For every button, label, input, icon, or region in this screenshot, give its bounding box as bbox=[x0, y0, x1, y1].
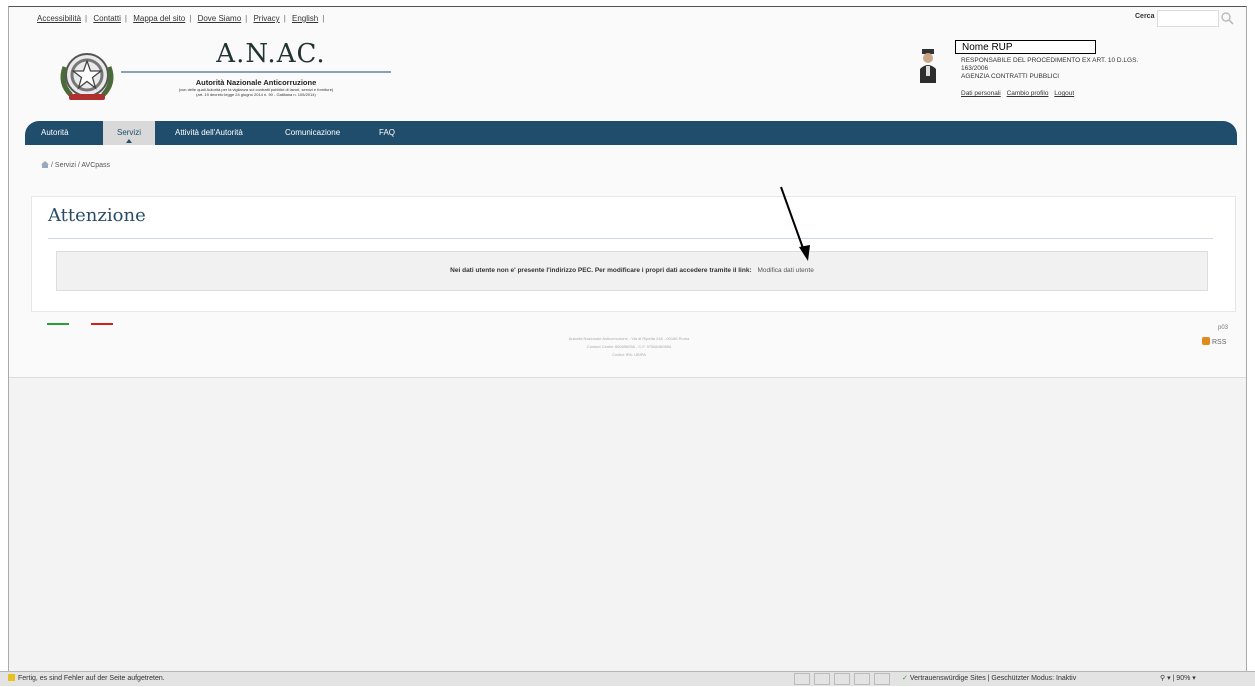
page-code: p03 bbox=[1218, 325, 1229, 331]
main-nav: Autorità Servizi Attività dell'Autorità … bbox=[25, 121, 1237, 145]
brand-divider bbox=[121, 71, 391, 73]
zoom-control[interactable]: ⚲ ▾ | 90% ▾ bbox=[1160, 674, 1196, 682]
user-role-line: 163/2006 bbox=[961, 65, 989, 72]
separator: | bbox=[124, 14, 127, 23]
breadcrumb-separator: / bbox=[77, 162, 80, 169]
personal-data-link[interactable]: Dati personali bbox=[961, 90, 1001, 97]
top-link-accessibilita[interactable]: Accessibilità bbox=[37, 14, 81, 23]
brand-title: A.N.AC. bbox=[216, 39, 326, 69]
top-link-mappa[interactable]: Mappa del sito bbox=[133, 14, 185, 23]
notice-message: Nei dati utente non e' presente l'indiri… bbox=[450, 267, 752, 274]
logout-link[interactable]: Logout bbox=[1054, 90, 1074, 97]
nav-item-attivita[interactable]: Attività dell'Autorità bbox=[175, 121, 275, 145]
browser-status-bar: Fertig, es sind Fehler auf der Seite auf… bbox=[0, 671, 1255, 686]
browser-viewport: Accessibilità | Contatti | Mappa del sito |… bbox=[8, 6, 1247, 671]
brand-note-2: (art. 19 decreto legge 24 giugno 2014 n.… bbox=[196, 92, 316, 97]
change-profile-link[interactable]: Cambio profilo bbox=[1007, 90, 1049, 97]
user-info: RESPONSABILE DEL PROCEDIMENTO EX ART. 10… bbox=[961, 57, 1138, 81]
breadcrumb: / Servizi / AVCpass bbox=[41, 161, 110, 169]
nav-item-autorita[interactable]: Autorità bbox=[41, 121, 89, 145]
page-title: Attenzione bbox=[48, 205, 146, 226]
status-cell bbox=[813, 673, 830, 685]
security-zone[interactable]: ✓ Vertrauenswürdige Sites | Geschützter … bbox=[902, 674, 1076, 682]
separator: | bbox=[189, 14, 192, 23]
breadcrumb-avcpass: AVCpass bbox=[81, 162, 111, 169]
top-links: Accessibilità | Contatti | Mappa del sito |… bbox=[37, 14, 328, 23]
user-links: Dati personali Cambio profilo Logout bbox=[961, 90, 1078, 97]
content-panel: Attenzione Nei dati utente non e' presen… bbox=[31, 196, 1236, 312]
status-cell bbox=[833, 673, 850, 685]
flag-red-bar bbox=[91, 323, 113, 325]
search-icon[interactable] bbox=[1220, 11, 1234, 25]
status-cell bbox=[873, 673, 890, 685]
user-name-box: Nome RUP bbox=[955, 40, 1096, 54]
top-link-dove-siamo[interactable]: Dove Siamo bbox=[198, 14, 242, 23]
title-divider bbox=[48, 238, 1213, 239]
top-link-english[interactable]: English bbox=[292, 14, 318, 23]
republic-emblem-icon bbox=[60, 53, 114, 100]
top-link-privacy[interactable]: Privacy bbox=[253, 14, 279, 23]
active-caret-icon bbox=[126, 139, 132, 143]
page: Accessibilità | Contatti | Mappa del sito |… bbox=[9, 7, 1246, 378]
nav-item-servizi[interactable]: Servizi bbox=[103, 121, 155, 145]
modify-user-data-link[interactable]: Modifica dati utente bbox=[757, 267, 813, 274]
footer-line: Contact Center 800896936 - C.F. 97584460… bbox=[586, 344, 672, 349]
user-organization: AGENZIA CONTRATTI PUBBLICI bbox=[961, 73, 1060, 80]
footer-line: Codice IPA: UBIPA bbox=[612, 352, 646, 357]
status-message: Fertig, es sind Fehler auf der Seite auf… bbox=[8, 674, 165, 682]
warning-icon[interactable] bbox=[8, 674, 15, 681]
brand-block: A.N.AC. Autorità Nazionale Anticorruzion… bbox=[121, 39, 391, 97]
rss-link[interactable]: RSS bbox=[1202, 337, 1226, 346]
rss-icon bbox=[1202, 337, 1210, 345]
status-cells bbox=[794, 673, 892, 685]
search-input[interactable] bbox=[1157, 10, 1219, 27]
status-cell bbox=[853, 673, 870, 685]
checkmark-icon: ✓ bbox=[902, 675, 908, 682]
flag-green-bar bbox=[47, 323, 69, 325]
nav-item-faq[interactable]: FAQ bbox=[379, 121, 409, 145]
separator: | bbox=[283, 14, 286, 23]
status-message-text: Fertig, es sind Fehler auf der Seite auf… bbox=[18, 675, 165, 682]
breadcrumb-servizi[interactable]: Servizi bbox=[55, 162, 76, 169]
rss-label: RSS bbox=[1212, 339, 1227, 346]
zoom-level: 90% bbox=[1176, 675, 1191, 682]
nav-item-comunicazione[interactable]: Comunicazione bbox=[285, 121, 365, 145]
user-avatar-icon bbox=[920, 49, 936, 83]
top-link-contatti[interactable]: Contatti bbox=[93, 14, 121, 23]
user-role-line: RESPONSABILE DEL PROCEDIMENTO EX ART. 10… bbox=[961, 57, 1139, 64]
nav-item-label: Servizi bbox=[116, 128, 141, 137]
annotation-arrow-icon bbox=[780, 186, 810, 261]
warning-notice: Nei dati utente non e' presente l'indiri… bbox=[56, 251, 1208, 291]
search-label: Cerca bbox=[1135, 13, 1155, 20]
status-cell bbox=[794, 673, 810, 685]
brand-subtitle: Autorità Nazionale Anticorruzione bbox=[195, 78, 317, 87]
breadcrumb-separator: / bbox=[51, 162, 53, 169]
separator: | bbox=[245, 14, 248, 23]
security-zone-text: Vertrauenswürdige Sites | Geschützter Mo… bbox=[909, 675, 1077, 682]
home-icon[interactable] bbox=[41, 161, 49, 168]
footer-line: Autorità Nazionale Anticorruzione - Via … bbox=[568, 336, 690, 341]
footer-text: Autorità Nazionale Anticorruzione - Via … bbox=[469, 335, 789, 359]
separator: | bbox=[322, 14, 325, 23]
separator: | bbox=[85, 14, 88, 23]
